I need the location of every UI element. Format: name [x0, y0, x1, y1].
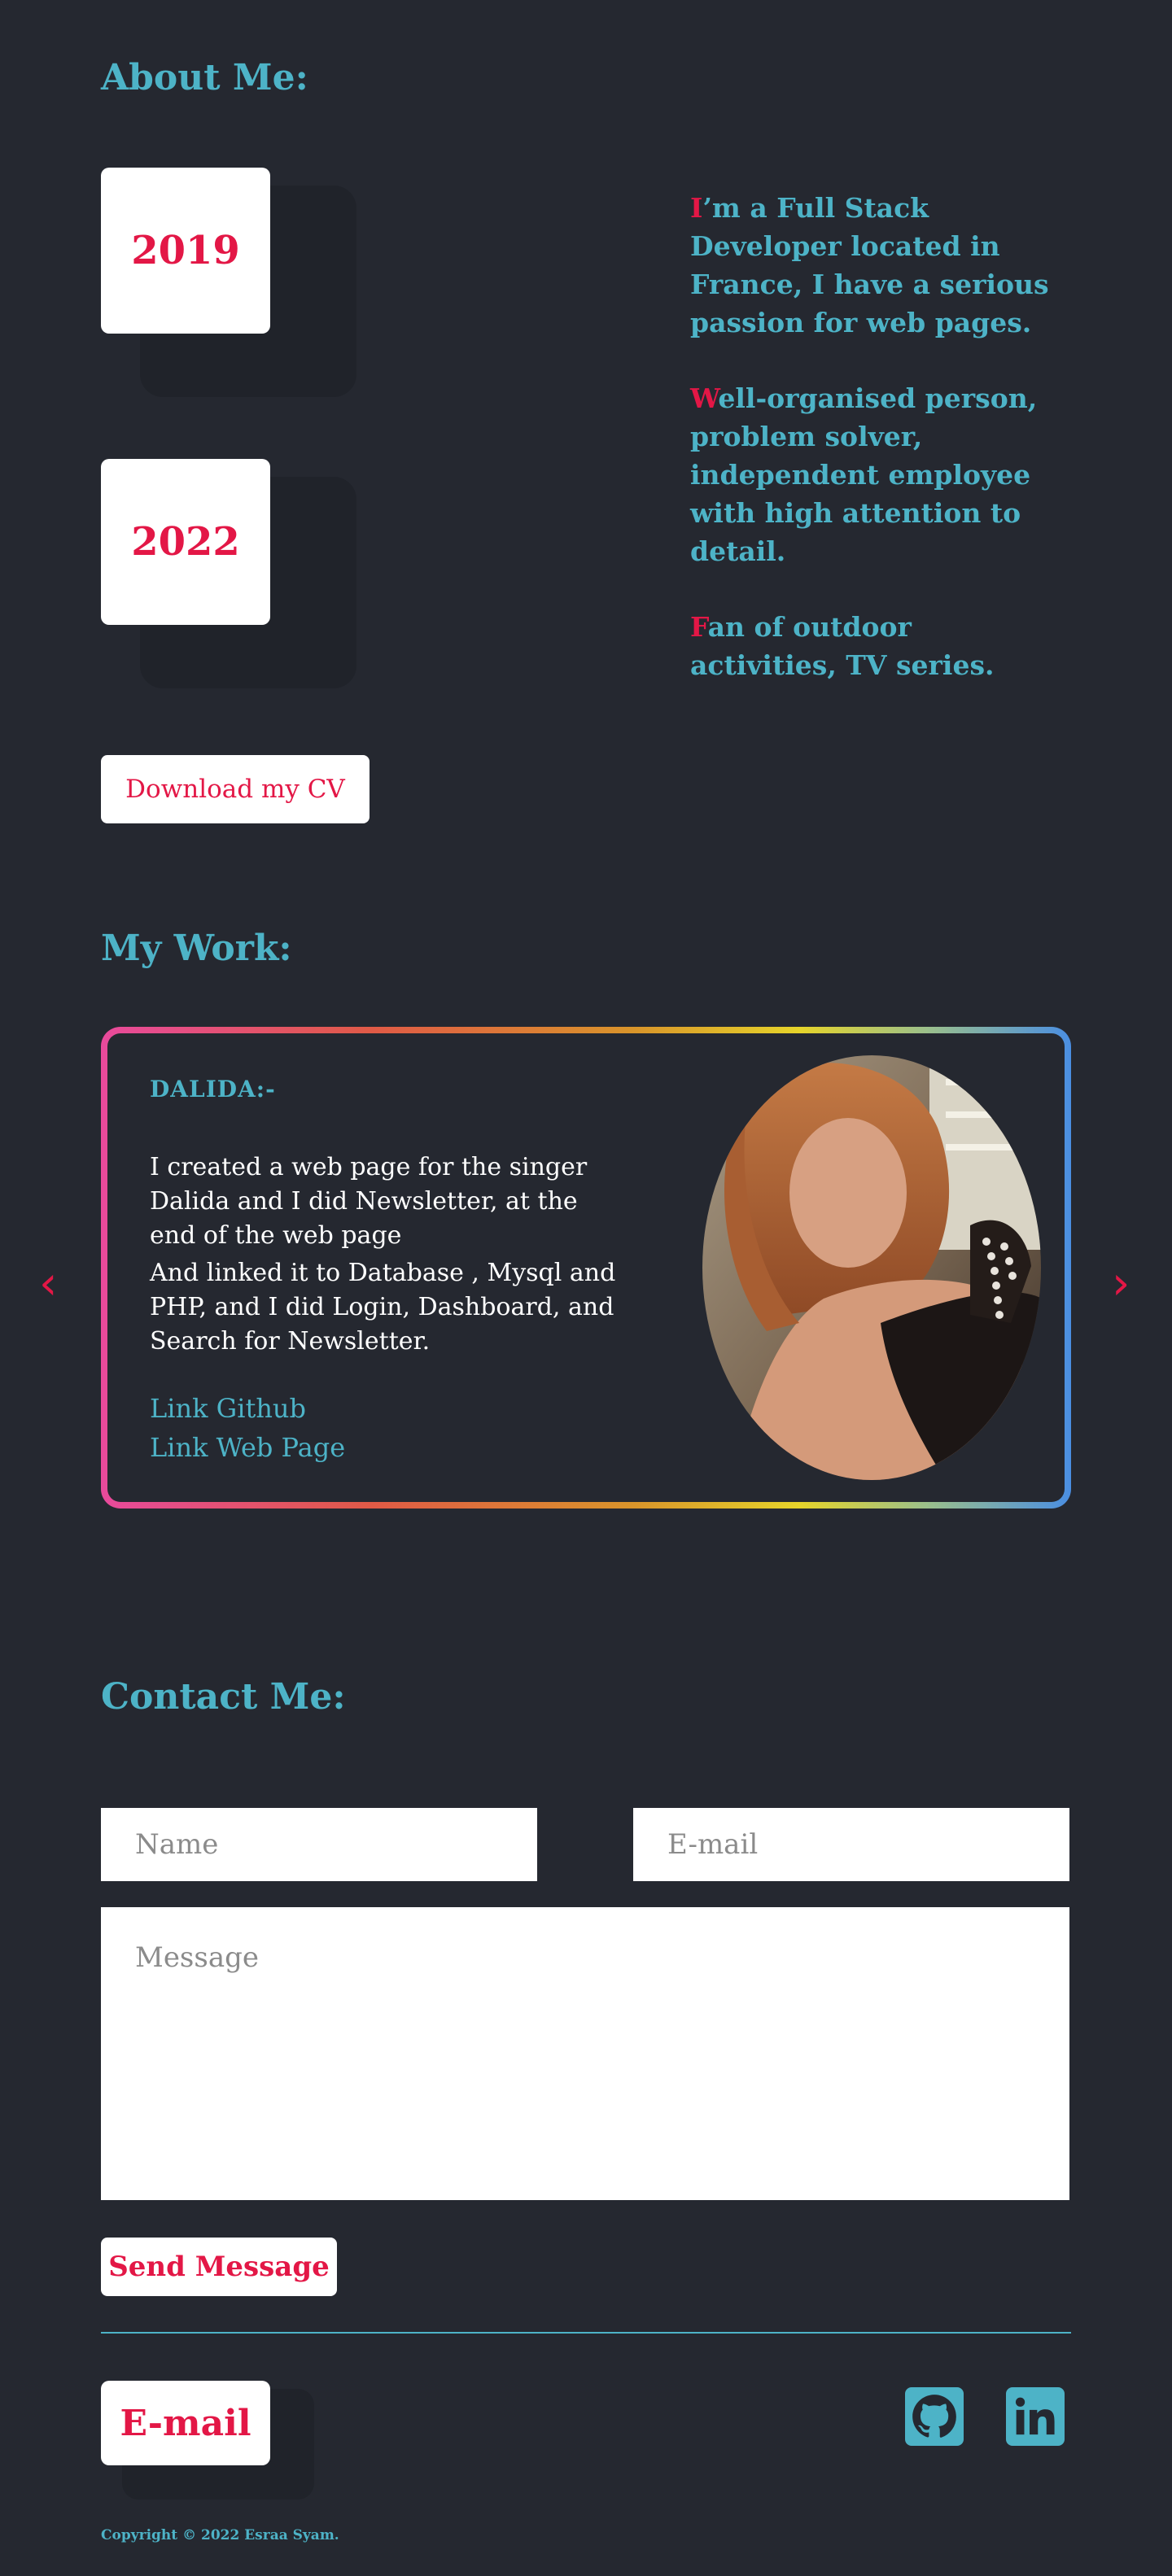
carousel-next-arrow[interactable]: › — [1112, 1261, 1130, 1307]
year-card-2019: 2019 — [101, 168, 270, 334]
paragraph-text: an of outdoor activities, TV series. — [690, 611, 995, 681]
copyright-text: Copyright © 2022 Esraa Syam. — [101, 2527, 339, 2543]
paragraph-text: ell-organised person, problem solver, in… — [690, 382, 1038, 567]
linkedin-icon — [1015, 2397, 1055, 2435]
project-name: DALIDA:- — [150, 1076, 276, 1102]
about-paragraph: I’m a Full Stack Developer located in Fr… — [690, 189, 1065, 342]
about-title: About Me: — [101, 57, 308, 98]
footer-divider — [101, 2332, 1071, 2334]
year-card-2022: 2022 — [101, 459, 270, 625]
email-input[interactable] — [633, 1808, 1069, 1881]
paragraph-text: ’m a Full Stack Developer located in Fra… — [690, 192, 1049, 338]
download-cv-button[interactable]: Download my CV — [101, 755, 370, 823]
work-card-inner: DALIDA:- I created a web page for the si… — [107, 1033, 1065, 1502]
contact-title: Contact Me: — [101, 1676, 346, 1718]
about-paragraph: Fan of outdoor activities, TV series. — [690, 608, 1065, 684]
github-icon — [912, 2395, 956, 2438]
github-link[interactable] — [905, 2387, 964, 2446]
paragraph-initial: W — [690, 382, 719, 414]
work-card: DALIDA:- I created a web page for the si… — [101, 1027, 1071, 1508]
project-webpage-link[interactable]: Link Web Page — [150, 1429, 345, 1467]
paragraph-initial: F — [690, 611, 708, 643]
project-image — [702, 1055, 1041, 1480]
send-message-button[interactable]: Send Message — [101, 2238, 337, 2296]
about-description: I’m a Full Stack Developer located in Fr… — [690, 189, 1065, 684]
email-button[interactable]: E-mail — [101, 2381, 270, 2465]
about-paragraph: Well-organised person, problem solver, i… — [690, 379, 1065, 570]
linkedin-link[interactable] — [1006, 2387, 1065, 2446]
name-input[interactable] — [101, 1808, 537, 1881]
paragraph-initial: I — [690, 192, 703, 224]
carousel-prev-arrow[interactable]: ‹ — [39, 1261, 57, 1307]
project-description-2: And linked it to Database , Mysql and PH… — [150, 1259, 616, 1356]
work-title: My Work: — [101, 928, 292, 969]
project-description: I created a web page for the singer Dali… — [150, 1153, 588, 1250]
project-github-link[interactable]: Link Github — [150, 1390, 306, 1428]
message-textarea[interactable] — [101, 1907, 1069, 2200]
